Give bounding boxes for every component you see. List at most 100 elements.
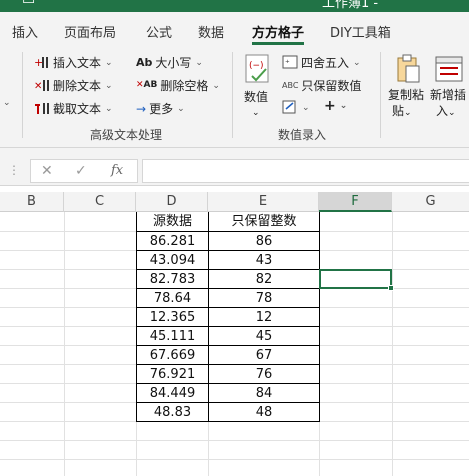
insert-text-icon: + [34, 55, 50, 71]
table-cell-integer[interactable]: 12 [209, 308, 319, 327]
tab-data[interactable]: 数据 [198, 22, 224, 41]
gridline [64, 212, 65, 476]
new-insert-button[interactable]: 新增插 入⌄ [428, 52, 469, 124]
cut-text-button[interactable]: 截取文本 ⌄ [34, 100, 113, 117]
chevron-down-icon: ⌄ [105, 80, 113, 91]
table-cell-source[interactable]: 86.281 [137, 232, 208, 251]
delete-space-icon: ✕AB [136, 81, 157, 90]
table-cell-integer[interactable]: 82 [209, 270, 319, 289]
value-icon: (−) [244, 54, 272, 87]
table-cell-source[interactable]: 78.64 [137, 289, 208, 308]
svg-text:✕: ✕ [34, 81, 42, 92]
chevron-down-icon: ⌄ [353, 57, 361, 68]
table-cell-source[interactable]: 84.449 [137, 384, 208, 403]
table-cell-integer[interactable]: 78 [209, 289, 319, 308]
plus-icon: + [324, 98, 336, 114]
group-separator [232, 52, 233, 138]
cut-text-icon [34, 101, 50, 117]
worksheet-grid[interactable]: 源数据 只保留整数 86.281 86 43.094 43 82.783 82 … [0, 212, 469, 476]
table-cell-source[interactable]: 45.111 [137, 327, 208, 346]
insert-function-icon[interactable]: fx [111, 163, 123, 178]
column-header-b[interactable]: B [0, 192, 64, 212]
case-icon: Ab [136, 56, 153, 69]
table-border [319, 212, 320, 422]
tab-page-layout[interactable]: 页面布局 [64, 22, 116, 41]
svg-text:+: + [34, 56, 43, 69]
table-cell-integer[interactable]: 45 [209, 327, 319, 346]
cut-text-label: 截取文本 [53, 102, 102, 116]
workbook-title: 工作簿1 - [322, 0, 379, 11]
group-separator [22, 52, 23, 138]
copy-paste-label-line2: 贴⌄ [392, 104, 412, 121]
arrow-right-icon: → [136, 101, 147, 116]
collapsed-group-chevron[interactable]: ⌄ [2, 98, 11, 108]
copy-paste-label-line2-text: 贴 [392, 104, 405, 118]
redo-icon[interactable]: ⌒ [90, 0, 104, 12]
table-cell-integer[interactable]: 86 [209, 232, 319, 251]
delete-text-button[interactable]: ✕ 删除文本 ⌄ [34, 77, 113, 94]
formula-buttons: ✕ ✓ fx [30, 159, 138, 183]
keep-numbers-button[interactable]: ABC 只保留数值 [282, 77, 361, 94]
active-tab-indicator [252, 42, 304, 45]
table-cell-integer[interactable]: 84 [209, 384, 319, 403]
delete-space-button[interactable]: ✕AB 删除空格 ⌄ [136, 77, 220, 94]
cancel-icon[interactable]: ✕ [41, 163, 53, 179]
tab-formulas[interactable]: 公式 [146, 22, 172, 41]
new-insert-label-line1: 新增插 [430, 88, 467, 102]
column-header-row: B C D E F G [0, 192, 469, 212]
title-bar: ▭ ⌒ ⌒ 工作簿1 - [0, 0, 469, 12]
table-cell-integer[interactable]: 67 [209, 346, 319, 365]
svg-text:(−): (−) [249, 61, 264, 71]
column-header-d[interactable]: D [136, 192, 208, 212]
copy-paste-button[interactable]: 复制粘 贴⌄ [386, 52, 426, 124]
case-button[interactable]: Ab 大小写 ⌄ [136, 54, 203, 71]
column-header-g[interactable]: G [392, 192, 469, 212]
gridline [0, 440, 469, 441]
table-cell-source[interactable]: 76.921 [137, 365, 208, 384]
new-insert-label-line2: 入⌄ [436, 104, 456, 121]
round-button[interactable]: ⁺ 四舍五入 ⌄ [282, 54, 361, 71]
confirm-icon[interactable]: ✓ [75, 163, 87, 179]
more-button[interactable]: → 更多 ⌄ [136, 100, 185, 117]
table-header-integer[interactable]: 只保留整数 [209, 212, 319, 231]
svg-text:⁺: ⁺ [285, 59, 290, 69]
delete-space-icon-text: AB [143, 80, 158, 90]
tab-fangfang[interactable]: 方方格子 [252, 22, 304, 41]
delete-mark-icon: ✕ [136, 80, 144, 90]
formula-input[interactable] [142, 159, 469, 183]
insert-text-button[interactable]: + 插入文本 ⌄ [34, 54, 113, 71]
keep-numbers-label: 只保留数值 [301, 79, 362, 93]
chevron-down-icon: ⌄ [302, 103, 310, 113]
numeric-entry-group-label: 数值录入 [278, 128, 327, 142]
chevron-down-icon: ⌄ [177, 103, 185, 114]
drag-handle-icon[interactable]: ⋮ [8, 163, 20, 177]
tab-diy-toolbox[interactable]: DIY工具箱 [330, 22, 391, 41]
chevron-down-icon: ⌄ [404, 108, 412, 118]
undo-icon[interactable]: ⌒ [58, 0, 72, 12]
ribbon-panel: ⌄ + 插入文本 ⌄ ✕ 删除文本 ⌄ 截取文本 ⌄ Ab 大小写 ⌄ ✕AB 删除空格… [0, 46, 469, 148]
table-cell-integer[interactable]: 43 [209, 251, 319, 270]
column-header-f[interactable]: F [319, 192, 392, 212]
column-header-e[interactable]: E [208, 192, 319, 212]
number-format-button[interactable]: ⌄ [282, 100, 310, 116]
round-icon: ⁺ [282, 55, 298, 71]
tab-insert[interactable]: 插入 [12, 22, 38, 41]
chevron-down-icon: ⌄ [212, 80, 220, 91]
fill-handle[interactable] [388, 285, 394, 291]
chevron-down-icon: ⌄ [105, 103, 113, 114]
value-button[interactable]: (−) 数值 ⌄ [240, 52, 276, 124]
table-cell-source[interactable]: 82.783 [137, 270, 208, 289]
table-header-source[interactable]: 源数据 [137, 212, 208, 231]
table-cell-source[interactable]: 48.83 [137, 403, 208, 422]
table-cell-source[interactable]: 12.365 [137, 308, 208, 327]
table-cell-integer[interactable]: 48 [209, 403, 319, 422]
chevron-down-icon: ⌄ [339, 101, 348, 111]
table-cell-integer[interactable]: 76 [209, 365, 319, 384]
table-cell-source[interactable]: 43.094 [137, 251, 208, 270]
active-cell-selection[interactable] [319, 269, 392, 289]
save-icon[interactable]: ▭ [22, 0, 35, 8]
add-button[interactable]: + ⌄ [324, 98, 347, 114]
column-header-c[interactable]: C [64, 192, 136, 212]
table-cell-source[interactable]: 67.669 [137, 346, 208, 365]
copy-paste-label-line1: 复制粘 [388, 88, 425, 102]
